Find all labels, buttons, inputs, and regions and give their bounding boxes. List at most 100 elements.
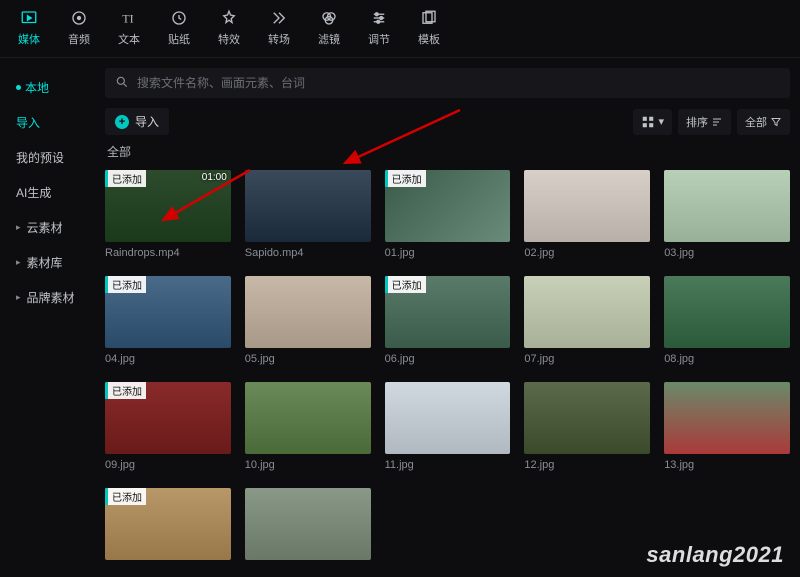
- top-tab-media[interactable]: 媒体: [18, 8, 40, 47]
- media-filename: 13.jpg: [664, 459, 790, 471]
- toolbar: + 导入 ▾ 排序 全部: [105, 108, 790, 135]
- sidebar-item-library[interactable]: ▸素材库: [0, 245, 95, 280]
- media-filename: 02.jpg: [524, 247, 650, 259]
- media-icon: [19, 8, 39, 28]
- sidebar: 本地导入我的预设AI生成▸云素材▸素材库▸品牌素材: [0, 58, 95, 577]
- media-card[interactable]: 已添加 01:00 Raindrops.mp4: [105, 170, 231, 264]
- media-card[interactable]: 08.jpg: [664, 276, 790, 370]
- media-filename: Raindrops.mp4: [105, 247, 231, 259]
- media-filename: 12.jpg: [524, 459, 650, 471]
- media-filename: 11.jpg: [385, 459, 511, 471]
- duration-label: 01:00: [202, 172, 227, 183]
- media-card[interactable]: 已添加: [105, 488, 231, 570]
- top-tab-text[interactable]: TI 文本: [118, 8, 140, 47]
- top-tab-sticker[interactable]: 贴纸: [168, 8, 190, 47]
- thumbnail: [524, 276, 650, 348]
- media-filename: Sapido.mp4: [245, 247, 371, 259]
- import-button[interactable]: + 导入: [105, 108, 169, 135]
- top-tab-template[interactable]: 模板: [418, 8, 440, 47]
- filter-all-button[interactable]: 全部: [737, 109, 790, 135]
- thumbnail: 已添加 01:00: [105, 170, 231, 242]
- top-tab-label: 音频: [68, 31, 90, 47]
- thumbnail: [524, 170, 650, 242]
- top-tab-effect[interactable]: 特效: [218, 8, 240, 47]
- section-title: 全部: [107, 143, 790, 160]
- thumbnail: [664, 170, 790, 242]
- chevron-right-icon: ▸: [16, 292, 21, 303]
- chevron-down-icon: ▾: [658, 115, 664, 128]
- thumbnail: 已添加: [385, 170, 511, 242]
- text-icon: TI: [119, 8, 139, 28]
- media-card[interactable]: 03.jpg: [664, 170, 790, 264]
- added-badge: 已添加: [105, 170, 146, 187]
- added-badge: 已添加: [385, 170, 426, 187]
- media-filename: 01.jpg: [385, 247, 511, 259]
- media-card[interactable]: 07.jpg: [524, 276, 650, 370]
- transition-icon: [269, 8, 289, 28]
- top-tab-transition[interactable]: 转场: [268, 8, 290, 47]
- top-tab-label: 滤镜: [318, 31, 340, 47]
- adjust-icon: [369, 8, 389, 28]
- thumbnail: [245, 382, 371, 454]
- sidebar-item-ai-gen[interactable]: AI生成: [0, 175, 95, 210]
- thumbnail: [385, 382, 511, 454]
- top-tab-label: 调节: [368, 31, 390, 47]
- audio-icon: [69, 8, 89, 28]
- media-filename: 09.jpg: [105, 459, 231, 471]
- sidebar-item-label: 品牌素材: [27, 289, 75, 306]
- search-input[interactable]: [137, 76, 780, 90]
- top-tab-filter[interactable]: 滤镜: [318, 8, 340, 47]
- chevron-right-icon: ▸: [16, 257, 21, 268]
- thumbnail: [245, 276, 371, 348]
- search-bar: [105, 68, 790, 98]
- media-card[interactable]: 13.jpg: [664, 382, 790, 476]
- top-tab-adjust[interactable]: 调节: [368, 8, 390, 47]
- thumbnail: 已添加: [385, 276, 511, 348]
- added-badge: 已添加: [385, 276, 426, 293]
- media-card[interactable]: Sapido.mp4: [245, 170, 371, 264]
- view-grid-button[interactable]: ▾: [633, 109, 672, 135]
- media-filename: 07.jpg: [524, 353, 650, 365]
- media-card[interactable]: 10.jpg: [245, 382, 371, 476]
- sidebar-item-local[interactable]: 本地: [0, 70, 95, 105]
- media-card[interactable]: 已添加09.jpg: [105, 382, 231, 476]
- top-tab-audio[interactable]: 音频: [68, 8, 90, 47]
- media-filename: 03.jpg: [664, 247, 790, 259]
- sort-button[interactable]: 排序: [678, 109, 731, 135]
- media-card[interactable]: 12.jpg: [524, 382, 650, 476]
- chevron-right-icon: ▸: [16, 222, 21, 233]
- main-panel: + 导入 ▾ 排序 全部 全部 已添加01:00Raindrops.mp4Sa: [95, 58, 800, 577]
- top-tab-label: 贴纸: [168, 31, 190, 47]
- search-icon: [115, 75, 129, 92]
- sidebar-item-label: 云素材: [27, 219, 63, 236]
- top-tab-label: 转场: [268, 31, 290, 47]
- added-badge: 已添加: [105, 488, 146, 505]
- media-card[interactable]: [245, 488, 371, 570]
- thumbnail: 已添加: [105, 488, 231, 560]
- sidebar-item-cloud[interactable]: ▸ 云素材: [0, 210, 95, 245]
- sidebar-item-my-preset[interactable]: 我的预设: [0, 140, 95, 175]
- sidebar-item-brand[interactable]: ▸ 品牌素材: [0, 280, 95, 315]
- thumbnail: [524, 382, 650, 454]
- media-card[interactable]: 02.jpg: [524, 170, 650, 264]
- thumbnail: [245, 170, 371, 242]
- media-filename: 10.jpg: [245, 459, 371, 471]
- media-card[interactable]: 05.jpg: [245, 276, 371, 370]
- media-card[interactable]: 已添加04.jpg: [105, 276, 231, 370]
- sidebar-item-label: 本地: [25, 79, 49, 96]
- media-card[interactable]: 11.jpg: [385, 382, 511, 476]
- media-filename: 06.jpg: [385, 353, 511, 365]
- media-filename: 08.jpg: [664, 353, 790, 365]
- sidebar-item-label: 导入: [16, 114, 40, 131]
- top-tab-label: 特效: [218, 31, 240, 47]
- thumbnail: [245, 488, 371, 560]
- sort-label: 排序: [686, 114, 708, 130]
- thumbnail: [664, 276, 790, 348]
- effect-icon: [219, 8, 239, 28]
- top-tab-label: 媒体: [18, 31, 40, 47]
- top-tab-label: 文本: [118, 31, 140, 47]
- sidebar-item-import[interactable]: 导入: [0, 105, 95, 140]
- media-card[interactable]: 已添加 06.jpg: [385, 276, 511, 370]
- top-tabs: 媒体 音频 TI 文本 贴纸 特效 转场 滤镜 调节 模板: [0, 0, 800, 58]
- media-card[interactable]: 已添加 01.jpg: [385, 170, 511, 264]
